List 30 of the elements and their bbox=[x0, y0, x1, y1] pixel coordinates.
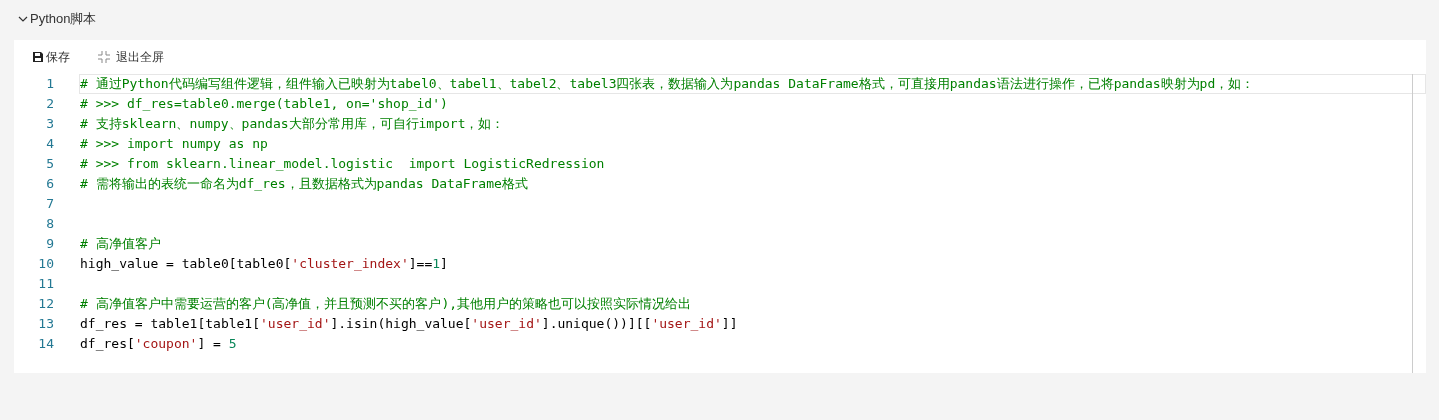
line-number: 11 bbox=[37, 275, 54, 293]
code-line: df_res = table1[table1['user_id'].isin(high_value['user_id'].unique())][['user_id']] bbox=[80, 316, 738, 331]
code-comment: # 需将输出的表统一命名为df_res，且数据格式为pandas DataFrame格式 bbox=[80, 176, 528, 191]
code-line: high_value = table0[table0['cluster_index']==1] bbox=[80, 256, 448, 271]
line-number: 3 bbox=[45, 115, 54, 133]
line-number: 5 bbox=[45, 155, 54, 173]
code-comment: # >>> from sklearn.linear_model.logistic import LogisticRedression bbox=[80, 156, 605, 171]
save-button[interactable]: 保存 bbox=[32, 48, 70, 66]
exit-fullscreen-button[interactable]: 退出全屏 bbox=[98, 48, 164, 66]
code-comment: # >>> df_res=table0.merge(table1, on='shop_id') bbox=[80, 96, 448, 111]
code-comment: # 高净值客户中需要运营的客户(高净值，并且预测不买的客户),其他用户的策略也可以按照实际情况给出 bbox=[80, 296, 692, 311]
save-icon bbox=[32, 51, 44, 63]
line-number: 6 bbox=[45, 175, 54, 193]
line-number: 9 bbox=[45, 235, 54, 253]
section-title[interactable]: Python脚本 bbox=[30, 10, 97, 28]
code-line: df_res['coupon'] = 5 bbox=[80, 336, 237, 351]
code-comment: # 通过Python代码编写组件逻辑，组件输入已映射为tabel0、tabel1、tabel2、tabel3四张表，数据输入为pandas DataFrame格式，可直接用pandas语法进行操作，已将pandas映射为pd，如： bbox=[80, 76, 1255, 91]
code-comment: # >>> import numpy as np bbox=[80, 136, 268, 151]
line-number: 12 bbox=[37, 295, 54, 313]
line-number: 8 bbox=[45, 215, 54, 233]
code-comment: # 支持sklearn、numpy、pandas大部分常用库，可自行import，如： bbox=[80, 116, 505, 131]
line-number: 13 bbox=[37, 315, 54, 333]
line-number: 14 bbox=[37, 335, 54, 353]
line-number: 4 bbox=[45, 135, 54, 153]
line-number: 1 bbox=[45, 75, 54, 93]
exit-fullscreen-icon bbox=[98, 51, 110, 63]
code-comment: # 高净值客户 bbox=[80, 236, 161, 251]
line-number: 2 bbox=[45, 95, 54, 113]
line-number: 10 bbox=[37, 255, 54, 273]
line-number: 7 bbox=[45, 195, 54, 213]
